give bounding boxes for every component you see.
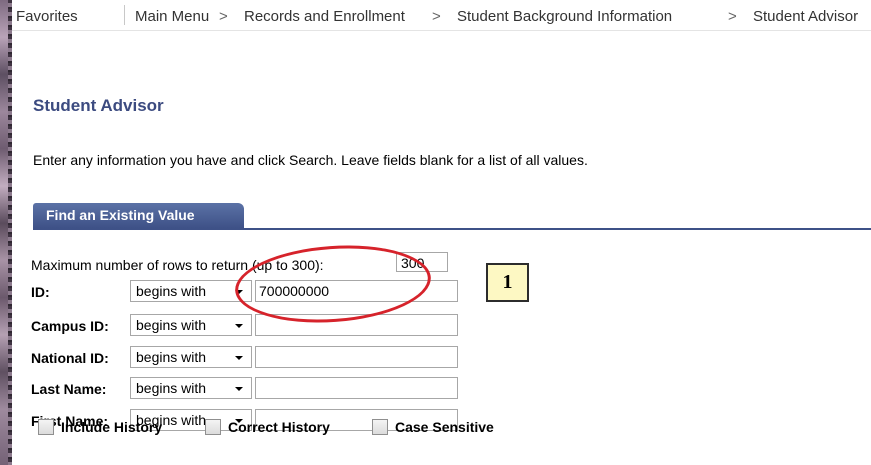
correct-history-label: Correct History	[228, 419, 330, 435]
nav-student-advisor-label: Student Advisor	[753, 8, 859, 25]
nav-main-menu-label: Main Menu	[135, 8, 210, 25]
max-rows-input[interactable]: 300	[396, 252, 448, 272]
nav-divider	[124, 5, 125, 25]
search-instructions: Enter any information you have and click…	[33, 152, 588, 168]
campus-id-input[interactable]	[255, 314, 458, 336]
page-title: Student Advisor	[33, 96, 164, 115]
include-history-label: Include History	[61, 419, 163, 435]
campus-id-label: Campus ID:	[31, 318, 109, 334]
breadcrumb-separator: >	[219, 8, 228, 25]
last-name-label: Last Name:	[31, 381, 107, 397]
id-label: ID:	[31, 284, 50, 300]
chevron-down-icon	[150, 30, 160, 31]
last-name-input[interactable]	[255, 377, 458, 399]
checkbox-box[interactable]	[372, 419, 388, 435]
id-operator-select[interactable]: begins with	[130, 280, 252, 302]
case-sensitive-label: Case Sensitive	[395, 419, 494, 435]
nav-favorites[interactable]: Favorites	[16, 9, 78, 25]
nav-student-background[interactable]: Student Background Information	[457, 9, 672, 25]
nav-student-background-label: Student Background Information	[457, 8, 673, 25]
national-id-input[interactable]	[255, 346, 458, 368]
campus-id-operator-value: begins with	[136, 317, 207, 333]
last-name-operator-select[interactable]: begins with	[130, 377, 252, 399]
dropdown-arrow-icon	[235, 290, 243, 294]
nav-main-menu[interactable]: Main Menu	[135, 9, 209, 25]
checkbox-box[interactable]	[205, 419, 221, 435]
tab-find-existing-value[interactable]: Find an Existing Value	[33, 203, 244, 228]
dropdown-arrow-icon	[235, 387, 243, 391]
tab-underline	[33, 228, 871, 230]
checkbox-box[interactable]	[38, 419, 54, 435]
max-rows-label: Maximum number of rows to return (up to …	[31, 257, 324, 273]
breadcrumb-separator: >	[432, 8, 441, 25]
nav-records-enrollment-label: Records and Enrollment	[244, 8, 405, 25]
chevron-down-icon	[42, 30, 52, 31]
id-operator-value: begins with	[136, 283, 207, 299]
nav-records-enrollment[interactable]: Records and Enrollment	[244, 9, 405, 25]
left-decorative-strip	[0, 0, 12, 465]
chevron-down-icon	[560, 30, 570, 31]
page-root: Favorites Main Menu > Records and Enroll…	[0, 0, 871, 465]
national-id-operator-select[interactable]: begins with	[130, 346, 252, 368]
dropdown-arrow-icon	[235, 356, 243, 360]
national-id-label: National ID:	[31, 350, 109, 366]
breadcrumb-separator: >	[728, 8, 737, 25]
step-callout: 1	[486, 263, 529, 302]
chevron-down-icon	[319, 30, 329, 31]
national-id-operator-value: begins with	[136, 349, 207, 365]
last-name-operator-value: begins with	[136, 380, 207, 396]
nav-favorites-label: Favorites	[16, 8, 78, 25]
campus-id-operator-select[interactable]: begins with	[130, 314, 252, 336]
id-input[interactable]: 700000000	[255, 280, 458, 302]
dropdown-arrow-icon	[235, 324, 243, 328]
nav-student-advisor[interactable]: Student Advisor	[753, 9, 858, 25]
breadcrumb: Favorites Main Menu > Records and Enroll…	[12, 0, 871, 31]
